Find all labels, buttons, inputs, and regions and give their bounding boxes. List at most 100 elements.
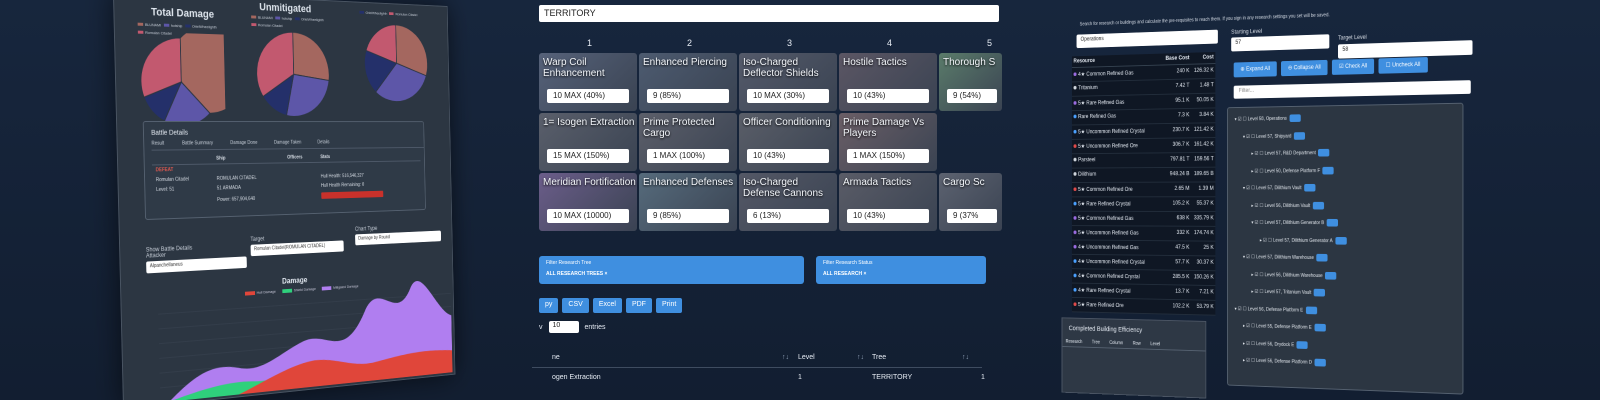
tree-node[interactable]: ▾ ☑ ☐ Level 56, Defense Platform E bbox=[1235, 305, 1317, 314]
table-row[interactable]: ogen Extraction 1 TERRITORY 1 bbox=[532, 370, 985, 386]
tree-node[interactable]: ▾ ☑ ☐ Level 57, Dilithium Generator B bbox=[1251, 218, 1339, 227]
research-tile[interactable]: Prime Damage Vs Players 1 MAX (150%) bbox=[839, 113, 937, 171]
research-search-input[interactable]: Operations bbox=[1076, 29, 1218, 49]
tree-node-label: ▸ ☑ ☐ Level 50, Defense Platform F bbox=[1251, 167, 1321, 174]
research-tile[interactable]: Officer Conditioning 10 (43%) bbox=[739, 113, 837, 171]
node-info-icon[interactable] bbox=[1296, 340, 1308, 349]
sort-icon[interactable]: ↑↓ bbox=[857, 354, 864, 361]
resource-cost: 1.39 M bbox=[1198, 186, 1214, 192]
node-info-icon[interactable] bbox=[1289, 114, 1301, 123]
csv-button[interactable]: CSV bbox=[562, 298, 589, 313]
tree-node[interactable]: ▸ ☑ ☐ Level 57, Tritanium Vault bbox=[1251, 288, 1326, 297]
pie-chart-total-damage bbox=[135, 31, 226, 131]
prerequisites-hint: Search for research or buildings and cal… bbox=[1079, 12, 1330, 28]
legend-item: Romulan Citadel bbox=[389, 11, 417, 17]
resource-icon bbox=[1073, 259, 1077, 264]
node-info-icon[interactable] bbox=[1312, 201, 1325, 209]
research-tile[interactable]: Enhanced Piercing 9 (85%) bbox=[639, 53, 737, 111]
node-info-icon[interactable] bbox=[1314, 358, 1326, 367]
node-info-icon[interactable] bbox=[1316, 253, 1328, 262]
node-info-icon[interactable] bbox=[1322, 166, 1335, 174]
col-header-name[interactable]: ne bbox=[552, 354, 560, 361]
battle-tabs: Result Battle Summary Damage Done Damage… bbox=[151, 138, 424, 151]
tree-node[interactable]: ▸ ☑ ☐ Level 55, Defense Platform E bbox=[1243, 322, 1326, 332]
pdf-button[interactable]: PDF bbox=[625, 298, 652, 313]
chart-type-select[interactable]: Damage by Round bbox=[355, 230, 442, 246]
research-level: 10 (43%) bbox=[847, 209, 929, 223]
tree-node[interactable]: ▾ ☑ ☐ Level 58, Operations bbox=[1235, 114, 1301, 123]
entries-select[interactable]: 10 bbox=[548, 321, 579, 333]
research-tile[interactable]: Hostile Tactics 10 (43%) bbox=[839, 53, 937, 111]
research-tile[interactable]: 1= Isogen Extraction 15 MAX (150%) bbox=[539, 113, 637, 171]
check-all-button[interactable]: ☑ Check All bbox=[1332, 58, 1375, 75]
col-header-level[interactable]: Level bbox=[798, 354, 815, 361]
tree-node[interactable]: ▾ ☑ ☐ Level 57, Dilithium Vault bbox=[1242, 183, 1316, 192]
tree-node[interactable]: ▸ ☑ ☐ Level 50, Defense Platform F bbox=[1251, 166, 1335, 174]
print-button[interactable]: Print bbox=[655, 298, 683, 313]
resource-name: 5★ Rare Refined Crystal bbox=[1073, 201, 1157, 207]
tree-node[interactable]: ▾ ☑ ☐ Level 57, Shipyard bbox=[1243, 131, 1306, 140]
tree-node[interactable]: ▾ ☑ ☐ Level 57, Dilithium Warehouse bbox=[1243, 253, 1328, 262]
research-tile[interactable]: Enhanced Defenses 9 (85%) bbox=[639, 173, 737, 231]
research-tree-search[interactable]: TERRITORY bbox=[539, 5, 999, 22]
tab-battle-summary[interactable]: Battle Summary bbox=[182, 140, 213, 146]
research-name: Iso-Charged Defense Cannons bbox=[743, 177, 824, 199]
resource-cost: 7.21 K bbox=[1199, 289, 1214, 296]
node-info-icon[interactable] bbox=[1335, 236, 1347, 245]
node-info-icon[interactable] bbox=[1305, 306, 1317, 314]
tree-node[interactable]: ▸ ☑ ☐ Level 56, Defense Platform D bbox=[1243, 356, 1326, 367]
research-tile[interactable]: Iso-Charged Defense Cannons 6 (13%) bbox=[739, 173, 837, 231]
expand-all-button[interactable]: ⊕ Expand All bbox=[1233, 61, 1277, 78]
node-info-icon[interactable] bbox=[1326, 218, 1339, 227]
tab-details[interactable]: Details bbox=[317, 140, 329, 146]
resource-cost: 161.42 K bbox=[1193, 141, 1214, 148]
collapse-all-button[interactable]: ⊖ Collapse All bbox=[1281, 59, 1328, 77]
resource-cost: 174.74 K bbox=[1193, 230, 1214, 237]
filter-research-status[interactable]: Filter Research Status ALL RESEARCH × bbox=[816, 256, 986, 284]
tree-node[interactable]: ▸ ☑ ☐ Level 56, Dilithium Vault bbox=[1251, 201, 1325, 209]
copy-button[interactable]: py bbox=[539, 298, 559, 313]
research-tile[interactable]: Thorough S 9 (54%) bbox=[939, 53, 1002, 111]
research-level: 9 (37% bbox=[947, 209, 997, 223]
col-header-tree[interactable]: Tree bbox=[872, 354, 886, 361]
legend-item: hotship bbox=[163, 23, 182, 28]
uncheck-all-button[interactable]: ☐ Uncheck All bbox=[1378, 57, 1428, 74]
starting-level-select[interactable]: 57 bbox=[1231, 34, 1330, 52]
node-info-icon[interactable] bbox=[1325, 271, 1337, 280]
target-select[interactable]: Romulan Citadel(ROMULAN CITADEL) bbox=[250, 240, 344, 257]
research-tile[interactable]: Meridian Fortification 10 MAX (10000) bbox=[539, 173, 637, 231]
filter-value[interactable]: ALL RESEARCH TREES × bbox=[546, 271, 607, 277]
battle-table: Ship Officers Stats DEFEAT Romulan Citad… bbox=[151, 151, 422, 207]
node-info-icon[interactable] bbox=[1293, 131, 1306, 140]
tab-result[interactable]: Result bbox=[151, 141, 164, 147]
tree-node[interactable]: ▸ ☑ ☐ Level 57, R&D Department bbox=[1251, 148, 1330, 157]
research-tile[interactable]: Iso-Charged Deflector Shields 10 MAX (30%… bbox=[739, 53, 837, 111]
filter-value[interactable]: ALL RESEARCH × bbox=[823, 271, 866, 277]
research-tile[interactable]: Armada Tactics 10 (43%) bbox=[839, 173, 937, 231]
target-level-select[interactable]: 58 bbox=[1338, 40, 1473, 59]
node-info-icon[interactable] bbox=[1318, 148, 1330, 157]
research-tile[interactable]: Warp Coil Enhancement 10 MAX (40%) bbox=[539, 53, 637, 111]
research-level: 10 MAX (40%) bbox=[547, 89, 629, 103]
sort-icon[interactable]: ↑↓ bbox=[962, 354, 969, 361]
filter-research-tree[interactable]: Filter Research Tree ALL RESEARCH TREES … bbox=[539, 256, 804, 284]
research-tile[interactable]: Prime Protected Cargo 1 MAX (100%) bbox=[639, 113, 737, 171]
column-number: 5 bbox=[987, 38, 993, 48]
tree-node-label: ▾ ☑ ☐ Level 57, Dilithium Vault bbox=[1242, 185, 1302, 191]
legend-item: OrielWheelighth bbox=[294, 16, 324, 22]
tree-node[interactable]: ▸ ☑ ☐ Level 56, Drydock E bbox=[1243, 339, 1308, 349]
node-info-icon[interactable] bbox=[1304, 183, 1316, 192]
excel-button[interactable]: Excel bbox=[592, 298, 622, 313]
tree-filter-input[interactable]: Filter... bbox=[1233, 80, 1471, 99]
tree-node[interactable]: ▸ ☑ ☐ Level 57, Dilithium Generator A bbox=[1260, 236, 1347, 245]
tree-node[interactable]: ▸ ☑ ☐ Level 56, Dilithium Warehouse bbox=[1251, 270, 1337, 280]
attacker-select[interactable]: Alpanchellaneus bbox=[146, 256, 247, 274]
research-tile[interactable]: Cargo Sc 9 (37% bbox=[939, 173, 1002, 231]
tab-damage-done[interactable]: Damage Done bbox=[230, 140, 257, 146]
tab-damage-taken[interactable]: Damage Taken bbox=[274, 140, 301, 146]
sort-icon[interactable]: ↑↓ bbox=[782, 354, 789, 361]
node-info-icon[interactable] bbox=[1313, 288, 1326, 297]
resource-cost: 30.37 K bbox=[1196, 259, 1214, 266]
resource-icon bbox=[1073, 274, 1077, 278]
node-info-icon[interactable] bbox=[1314, 323, 1326, 332]
